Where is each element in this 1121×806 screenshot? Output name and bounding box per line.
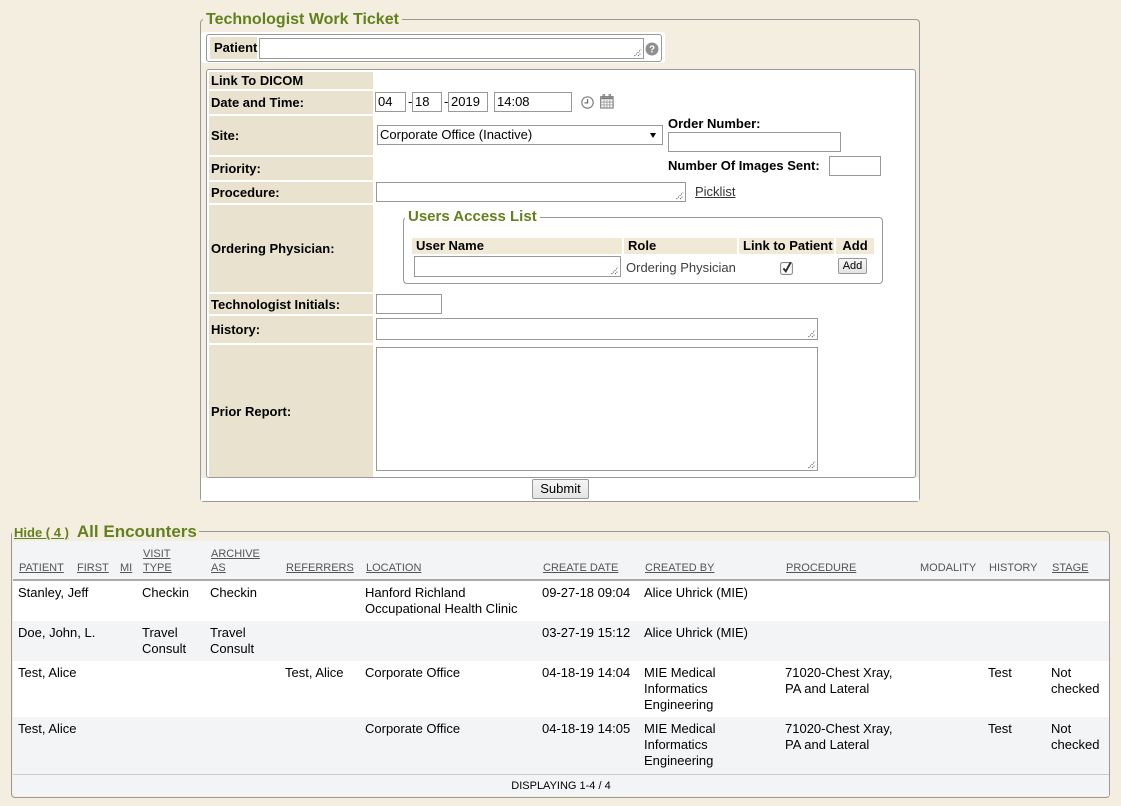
svg-text:?: ? [649,45,655,56]
